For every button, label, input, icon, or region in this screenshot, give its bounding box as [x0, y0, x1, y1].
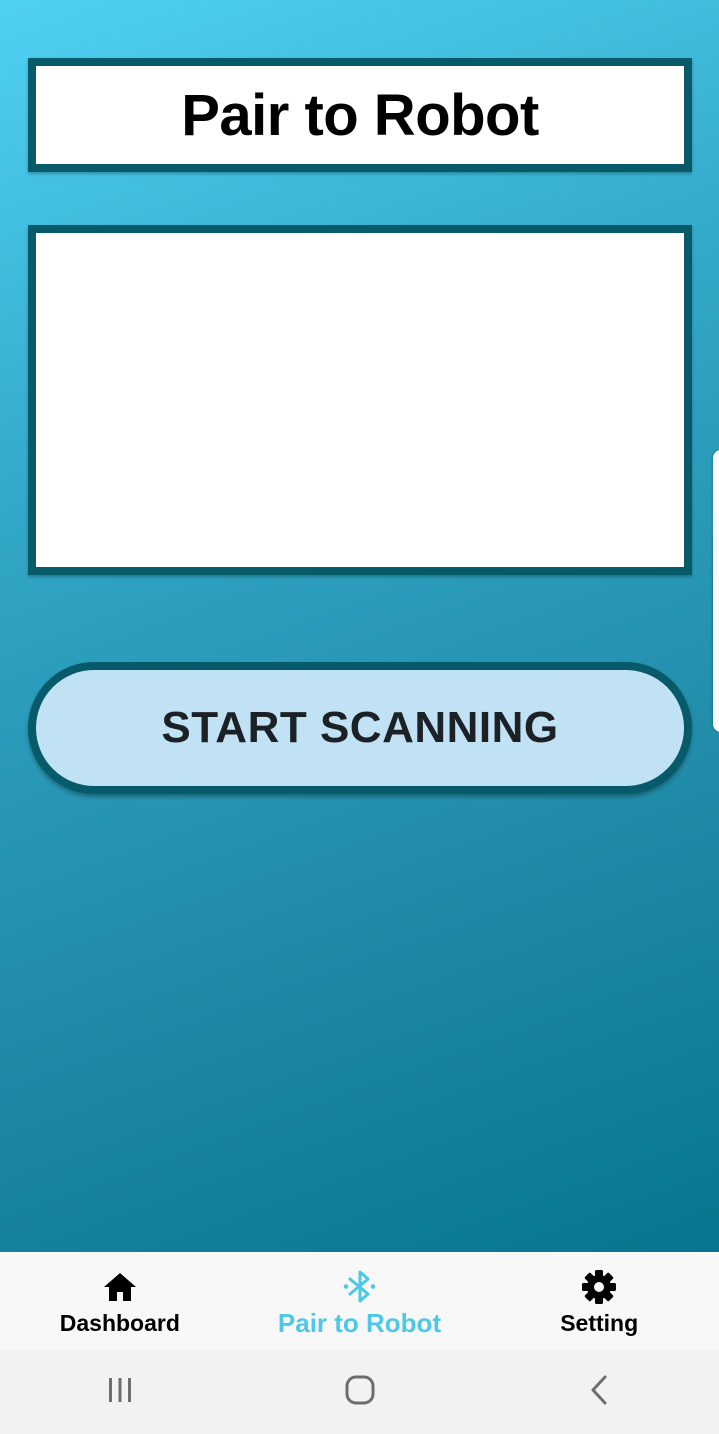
tab-dashboard[interactable]: Dashboard	[0, 1252, 240, 1350]
recent-apps-icon	[105, 1375, 135, 1410]
page-title-box: Pair to Robot	[28, 58, 692, 172]
device-list[interactable]	[28, 225, 692, 575]
page-title: Pair to Robot	[181, 82, 539, 148]
recent-apps-button[interactable]	[0, 1350, 240, 1434]
system-back-button[interactable]	[479, 1350, 719, 1434]
bottom-navigation: Dashboard Pair to Robot Setting	[0, 1252, 719, 1350]
home-circle-icon	[343, 1373, 377, 1412]
system-navigation-bar	[0, 1350, 719, 1434]
start-scanning-button[interactable]: START SCANNING	[28, 662, 692, 794]
tab-pair-to-robot-label: Pair to Robot	[277, 1308, 442, 1338]
back-chevron-icon	[584, 1373, 614, 1412]
edge-panel-handle[interactable]	[713, 450, 719, 732]
tab-setting[interactable]: Setting	[479, 1252, 719, 1350]
bluetooth-searching-icon	[340, 1268, 380, 1306]
system-home-button[interactable]	[240, 1350, 480, 1434]
main-content: Pair to Robot START SCANNING	[0, 0, 719, 1252]
tab-dashboard-label: Dashboard	[59, 1310, 180, 1336]
app-screen: Pair to Robot START SCANNING Dashboard P…	[0, 0, 719, 1434]
home-icon	[100, 1268, 140, 1306]
start-scanning-label: START SCANNING	[161, 703, 559, 752]
tab-setting-label: Setting	[560, 1310, 639, 1336]
gear-icon	[579, 1268, 619, 1306]
tab-pair-to-robot[interactable]: Pair to Robot	[240, 1252, 480, 1350]
